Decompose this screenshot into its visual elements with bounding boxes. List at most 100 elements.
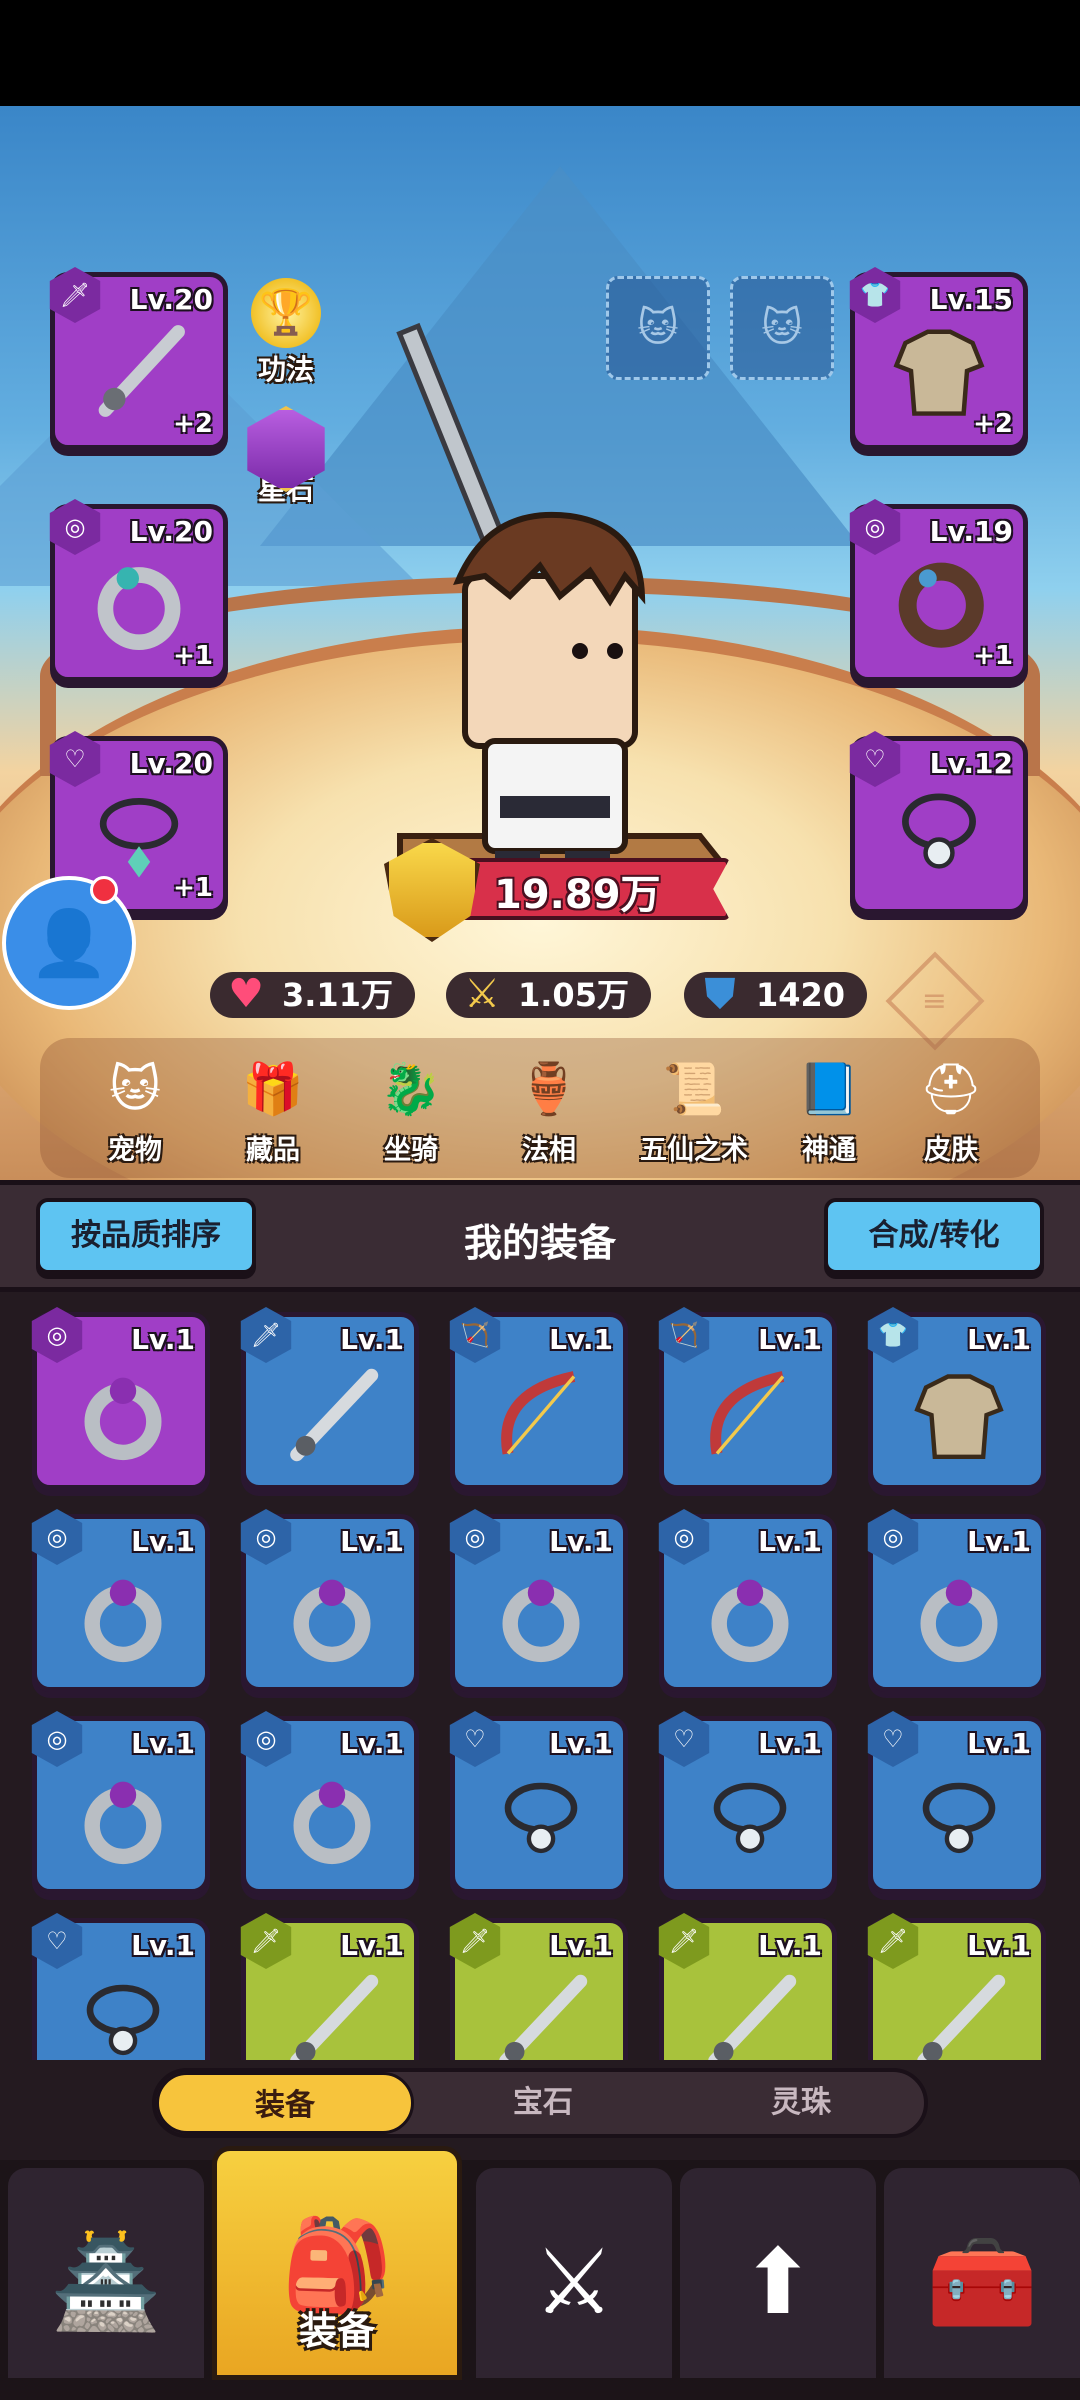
inventory-item-sword[interactable]: 🗡 Lv.1 [449, 1913, 628, 2060]
equipped-necklace-slot-2[interactable]: ♡ Lv.12 [849, 731, 1028, 914]
pet-silhouette-icon: 🐱 [761, 305, 803, 351]
inventory-item-necklace[interactable]: ♡ Lv.1 [449, 1711, 628, 1894]
menu-pet[interactable]: 🐱 宠物 [80, 1046, 190, 1167]
item-level: Lv.1 [549, 1323, 613, 1356]
gongfa-button[interactable]: 🏆 功法 [238, 278, 334, 388]
inventory-item-sword[interactable]: 🗡 Lv.1 [240, 1307, 419, 1490]
inventory-item-necklace[interactable]: ♡ Lv.1 [31, 1913, 210, 2060]
empty-slot-1[interactable]: 🐱 [606, 276, 710, 380]
merge-convert-button[interactable]: 合成/转化 [824, 1198, 1044, 1274]
tab-beads[interactable]: 灵珠 [672, 2072, 930, 2134]
item-level: Lv.1 [758, 1525, 822, 1558]
slot-plus: +2 [973, 409, 1013, 439]
armor-type-icon: 👕 [867, 1307, 919, 1363]
inventory-item-sword[interactable]: 🗡 Lv.1 [867, 1913, 1046, 2060]
ring-type-icon: ◎ [449, 1509, 501, 1565]
sword-type-icon: 🗡 [867, 1913, 919, 1969]
menu-label: 藏品 [246, 1135, 300, 1166]
stat-hp-value: 3.11万 [282, 976, 393, 1014]
equipped-ring-slot-2[interactable]: ◎ Lv.19 +1 [849, 499, 1028, 682]
stat-attack: ⚔ 1.05万 [446, 971, 651, 1018]
item-level: Lv.1 [549, 1727, 613, 1760]
menu-wuxian[interactable]: 📜 五仙之术 [624, 1046, 764, 1167]
nav-label: 装备 [298, 2309, 375, 2353]
inventory-item-ring[interactable]: ◎ Lv.1 [658, 1509, 837, 1692]
gongfa-label: 功法 [257, 353, 314, 386]
slot-plus: +1 [173, 641, 213, 671]
nav-treasure[interactable]: 🧰 [884, 2168, 1080, 2378]
inventory-item-ring[interactable]: ◎ Lv.1 [240, 1509, 419, 1692]
nav-equipment[interactable]: 🎒 装备 [212, 2146, 462, 2380]
xingshi-button[interactable]: 星石 [238, 406, 334, 508]
equipped-weapon-slot[interactable]: 🗡 Lv.20 +2 [49, 267, 228, 450]
notification-dot [90, 876, 118, 904]
item-level: Lv.1 [967, 1929, 1031, 1962]
ring-type-icon: ◎ [240, 1711, 292, 1767]
inventory-item-ring[interactable]: ◎ Lv.1 [449, 1509, 628, 1692]
equipped-ring-slot[interactable]: ◎ Lv.20 +1 [49, 499, 228, 682]
bow-icon [694, 1359, 806, 1471]
ring-type-icon: ◎ [31, 1711, 83, 1767]
stat-defense-value: 1420 [756, 976, 846, 1014]
menu-skin[interactable]: ⛑ 皮肤 [896, 1046, 1006, 1167]
item-level: Lv.1 [967, 1525, 1031, 1558]
inventory-item-armor[interactable]: 👕 Lv.1 [867, 1307, 1046, 1490]
menu-collection[interactable]: 🎁 藏品 [218, 1046, 328, 1167]
tab-gems[interactable]: 宝石 [414, 2072, 672, 2134]
item-level: Lv.1 [967, 1323, 1031, 1356]
chest-icon: 🎁 [241, 1059, 305, 1118]
inventory-item-ring[interactable]: ◎ Lv.1 [31, 1711, 210, 1894]
inventory-item-sword[interactable]: 🗡 Lv.1 [240, 1913, 419, 2060]
sword-icon [903, 1965, 1015, 2060]
menu-label: 宠物 [108, 1135, 162, 1166]
inventory-item-ring[interactable]: ◎ Lv.1 [240, 1711, 419, 1894]
sort-quality-button[interactable]: 按品质排序 [36, 1198, 256, 1274]
sword-icon [276, 1359, 388, 1471]
power-value: 19.89万 [494, 872, 661, 918]
item-level: Lv.1 [758, 1727, 822, 1760]
item-level: Lv.1 [340, 1525, 404, 1558]
equipped-armor-slot[interactable]: 👕 Lv.15 +2 [849, 267, 1028, 450]
pet-icon: 🐱 [108, 1060, 162, 1118]
inventory-item-ring[interactable]: ◎ Lv.1 [31, 1307, 210, 1490]
necklace-type-icon: ♡ [867, 1711, 919, 1767]
inventory-item-bow[interactable]: 🏹 Lv.1 [658, 1307, 837, 1490]
necklace-icon [902, 793, 976, 869]
ring-type-icon: ◎ [31, 1307, 83, 1363]
menu-label: 五仙之术 [640, 1135, 748, 1166]
inventory-item-sword[interactable]: 🗡 Lv.1 [658, 1913, 837, 2060]
heart-icon: ♥ [228, 971, 264, 1017]
menu-shentong[interactable]: 📘 神通 [774, 1046, 884, 1167]
inventory-item-ring[interactable]: ◎ Lv.1 [31, 1509, 210, 1692]
ring-icon [276, 1561, 388, 1673]
item-level: Lv.1 [967, 1727, 1031, 1760]
tab-equipment[interactable]: 装备 [156, 2072, 414, 2134]
helmet-icon: ⛑ [919, 1059, 983, 1118]
nav-battle[interactable]: ⚔ [476, 2168, 672, 2378]
menu-label: 坐骑 [384, 1135, 438, 1166]
scroll-icon: 📜 [662, 1059, 726, 1118]
inventory-item-bow[interactable]: 🏹 Lv.1 [449, 1307, 628, 1490]
inventory-item-necklace[interactable]: ♡ Lv.1 [658, 1711, 837, 1894]
bow-type-icon: 🏹 [449, 1307, 501, 1363]
item-level: Lv.1 [340, 1727, 404, 1760]
menu-label: 法相 [522, 1135, 576, 1166]
slot-plus: +1 [173, 873, 213, 903]
sword-icon: ⚔ [464, 971, 500, 1017]
inventory-item-necklace[interactable]: ♡ Lv.1 [867, 1711, 1046, 1894]
item-level: Lv.1 [131, 1323, 195, 1356]
nav-shop[interactable]: 🏯 [8, 2168, 204, 2378]
stat-defense: ⛊ 1420 [684, 971, 868, 1018]
slot-level: Lv.20 [129, 283, 213, 316]
ring-type-icon: ◎ [31, 1509, 83, 1565]
menu-label: 神通 [802, 1135, 856, 1166]
empty-slot-2[interactable]: 🐱 [730, 276, 834, 380]
necklace-icon [903, 1763, 1015, 1875]
menu-faxiang[interactable]: 🏺 法相 [494, 1046, 604, 1167]
menu-mount[interactable]: 🐉 坐骑 [356, 1046, 466, 1167]
inventory-title: 我的装备 [463, 1221, 616, 1265]
ring-icon [276, 1763, 388, 1875]
inventory-item-ring[interactable]: ◎ Lv.1 [867, 1509, 1046, 1692]
nav-upgrade[interactable]: ⬆ [680, 2168, 876, 2378]
teapot-icon: 🏺 [517, 1059, 581, 1118]
